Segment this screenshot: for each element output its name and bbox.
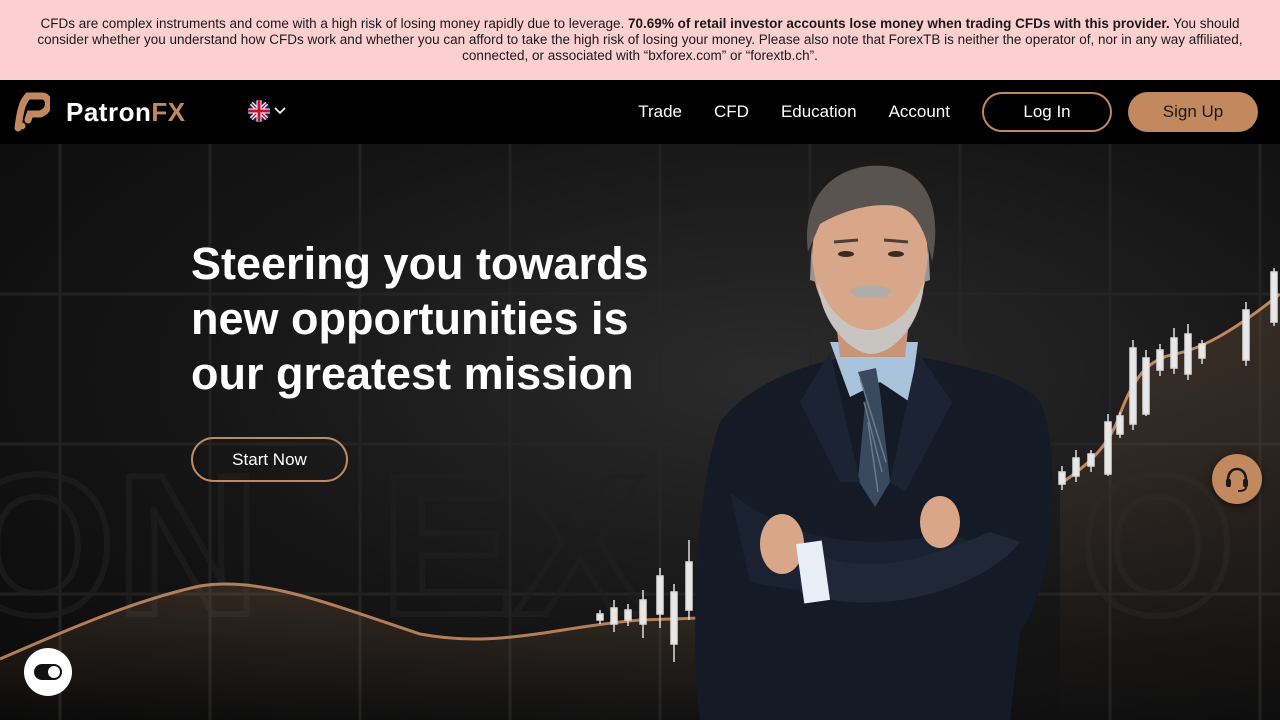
toggle-icon xyxy=(34,664,62,680)
nav-cfd[interactable]: CFD xyxy=(714,102,749,122)
uk-flag-icon xyxy=(248,100,270,122)
main-nav: Trade CFD Education Account xyxy=(638,80,950,144)
login-button[interactable]: Log In xyxy=(982,92,1112,132)
hero-section: ON EX O xyxy=(0,144,1280,720)
signup-button[interactable]: Sign Up xyxy=(1128,92,1258,132)
start-now-button[interactable]: Start Now xyxy=(191,437,348,482)
brand-name: PatronFX xyxy=(66,96,186,127)
businessman-image xyxy=(695,165,1053,720)
patronfx-logo-icon xyxy=(14,92,50,132)
nav-account[interactable]: Account xyxy=(889,102,950,122)
hero-headline: Steering you towards new opportunities i… xyxy=(191,238,649,399)
risk-warning-text: CFDs are complex instruments and come wi… xyxy=(40,16,629,31)
support-chat-button[interactable] xyxy=(1212,454,1262,504)
hero-background-graphic: ON EX O xyxy=(0,144,1280,720)
accessibility-toggle-button[interactable] xyxy=(24,648,72,696)
risk-warning-stat: 70.69% of retail investor accounts lose … xyxy=(628,16,1170,31)
language-selector[interactable] xyxy=(248,100,286,122)
top-navbar: PatronFX Trade CFD Education Account Log… xyxy=(0,80,1280,144)
headset-icon xyxy=(1226,467,1248,492)
brand-logo[interactable]: PatronFX xyxy=(14,92,186,132)
nav-trade[interactable]: Trade xyxy=(638,102,682,122)
chevron-down-icon xyxy=(274,107,286,115)
nav-education[interactable]: Education xyxy=(781,102,857,122)
risk-warning-banner: CFDs are complex instruments and come wi… xyxy=(0,0,1280,80)
